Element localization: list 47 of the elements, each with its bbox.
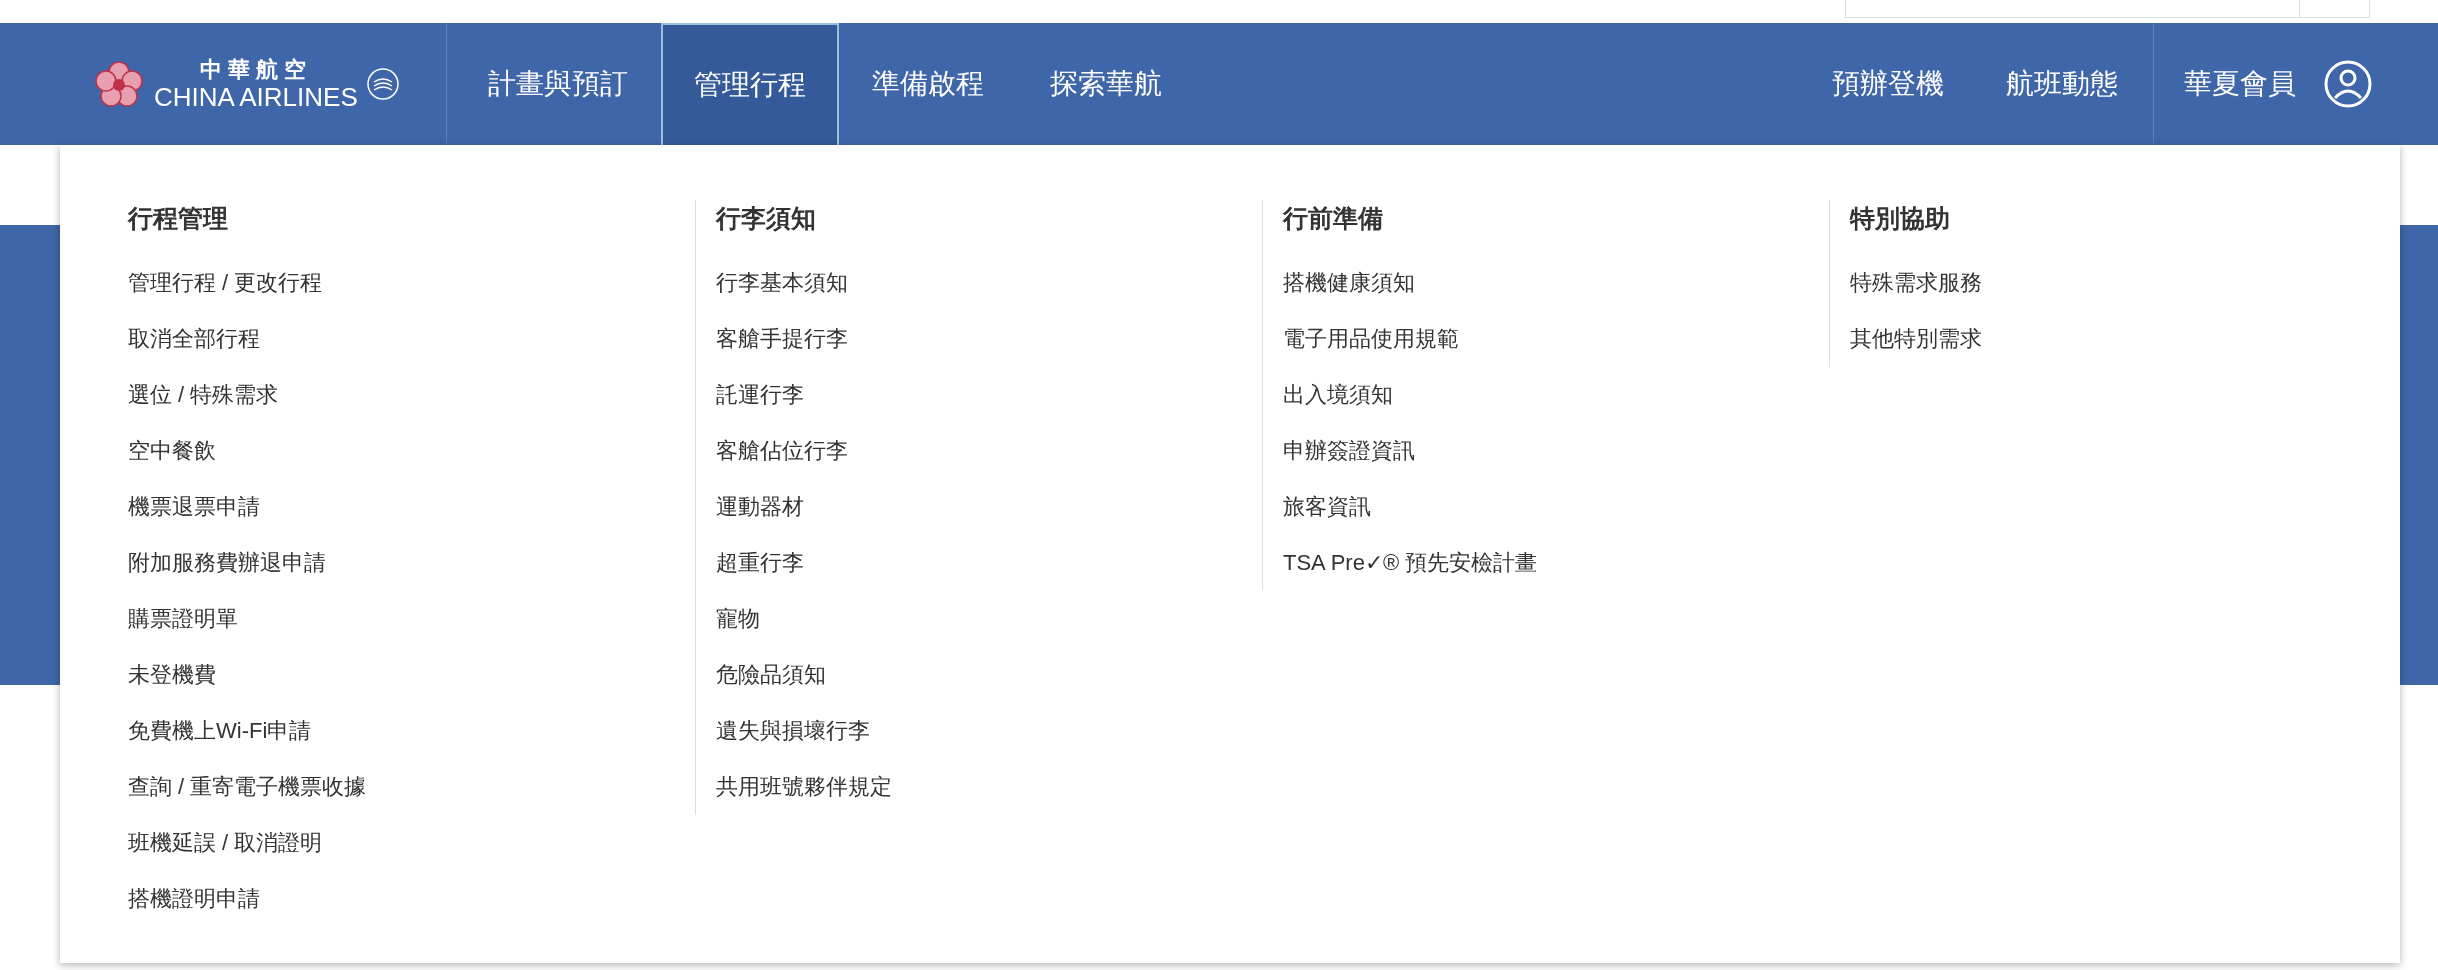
nav-tab[interactable]: 計畫與預訂 [455, 23, 661, 145]
menu-link[interactable]: 購票證明單 [128, 591, 695, 647]
menu-link[interactable]: 機票退票申請 [128, 479, 695, 535]
menu-link[interactable]: 未登機費 [128, 647, 695, 703]
menu-link[interactable]: 搭機證明申請 [128, 871, 695, 927]
menu-link[interactable]: 申辦簽證資訊 [1283, 423, 1829, 479]
nav-link[interactable]: 預辦登機 [1801, 23, 1975, 145]
nav-link[interactable]: 航班動態 [1975, 23, 2149, 145]
menu-link[interactable]: 出入境須知 [1283, 367, 1829, 423]
menu-link[interactable]: 選位 / 特殊需求 [128, 367, 695, 423]
menu-link[interactable]: 託運行李 [716, 367, 1262, 423]
menu-link[interactable]: 取消全部行程 [128, 311, 695, 367]
menu-link[interactable]: 共用班號夥伴規定 [716, 759, 1262, 815]
menu-link[interactable]: 班機延誤 / 取消證明 [128, 815, 695, 871]
logo-chinese-text: 中華航空 [199, 58, 312, 80]
logo-english-text: CHINA AIRLINES [154, 84, 358, 110]
menu-link[interactable]: 客艙佔位行李 [716, 423, 1262, 479]
menu-link[interactable]: 查詢 / 重寄電子機票收據 [128, 759, 695, 815]
menu-link[interactable]: 客艙手提行李 [716, 311, 1262, 367]
menu-link[interactable]: 搭機健康須知 [1283, 255, 1829, 311]
menu-link[interactable]: 附加服務費辦退申請 [128, 535, 695, 591]
nav-tab[interactable]: 探索華航 [1017, 23, 1195, 145]
menu-link[interactable]: 行李基本須知 [716, 255, 1262, 311]
menu-link[interactable]: 超重行李 [716, 535, 1262, 591]
menu-link[interactable]: 寵物 [716, 591, 1262, 647]
flower-logo-icon [92, 60, 146, 108]
member-link[interactable]: 華夏會員 [2184, 63, 2296, 105]
menu-link[interactable]: 特殊需求服務 [1850, 255, 2396, 311]
column-heading: 行程管理 [128, 203, 229, 234]
nav-tab[interactable]: 準備啟程 [839, 23, 1017, 145]
nav-tab[interactable]: 管理行程 [661, 23, 839, 145]
menu-link[interactable]: 危險品須知 [716, 647, 1262, 703]
menu-link[interactable]: 遺失與損壞行李 [716, 703, 1262, 759]
menu-link[interactable]: 管理行程 / 更改行程 [128, 255, 695, 311]
column-heading: 特別協助 [1850, 203, 1951, 234]
column-heading: 行前準備 [1283, 203, 1384, 234]
skyteam-logo-icon [365, 67, 400, 101]
menu-link[interactable]: TSA Pre✓® 預先安檢計畫 [1283, 535, 1829, 591]
search-field[interactable] [1845, 0, 2370, 18]
menu-link[interactable]: 旅客資訊 [1283, 479, 1829, 535]
menu-link[interactable]: 空中餐飲 [128, 423, 695, 479]
user-icon[interactable] [2324, 60, 2372, 108]
menu-link[interactable]: 其他特別需求 [1850, 311, 2396, 367]
menu-link[interactable]: 免費機上Wi-Fi申請 [128, 703, 695, 759]
menu-link[interactable]: 電子用品使用規範 [1283, 311, 1829, 367]
menu-link[interactable]: 運動器材 [716, 479, 1262, 535]
column-heading: 行李須知 [716, 203, 817, 234]
